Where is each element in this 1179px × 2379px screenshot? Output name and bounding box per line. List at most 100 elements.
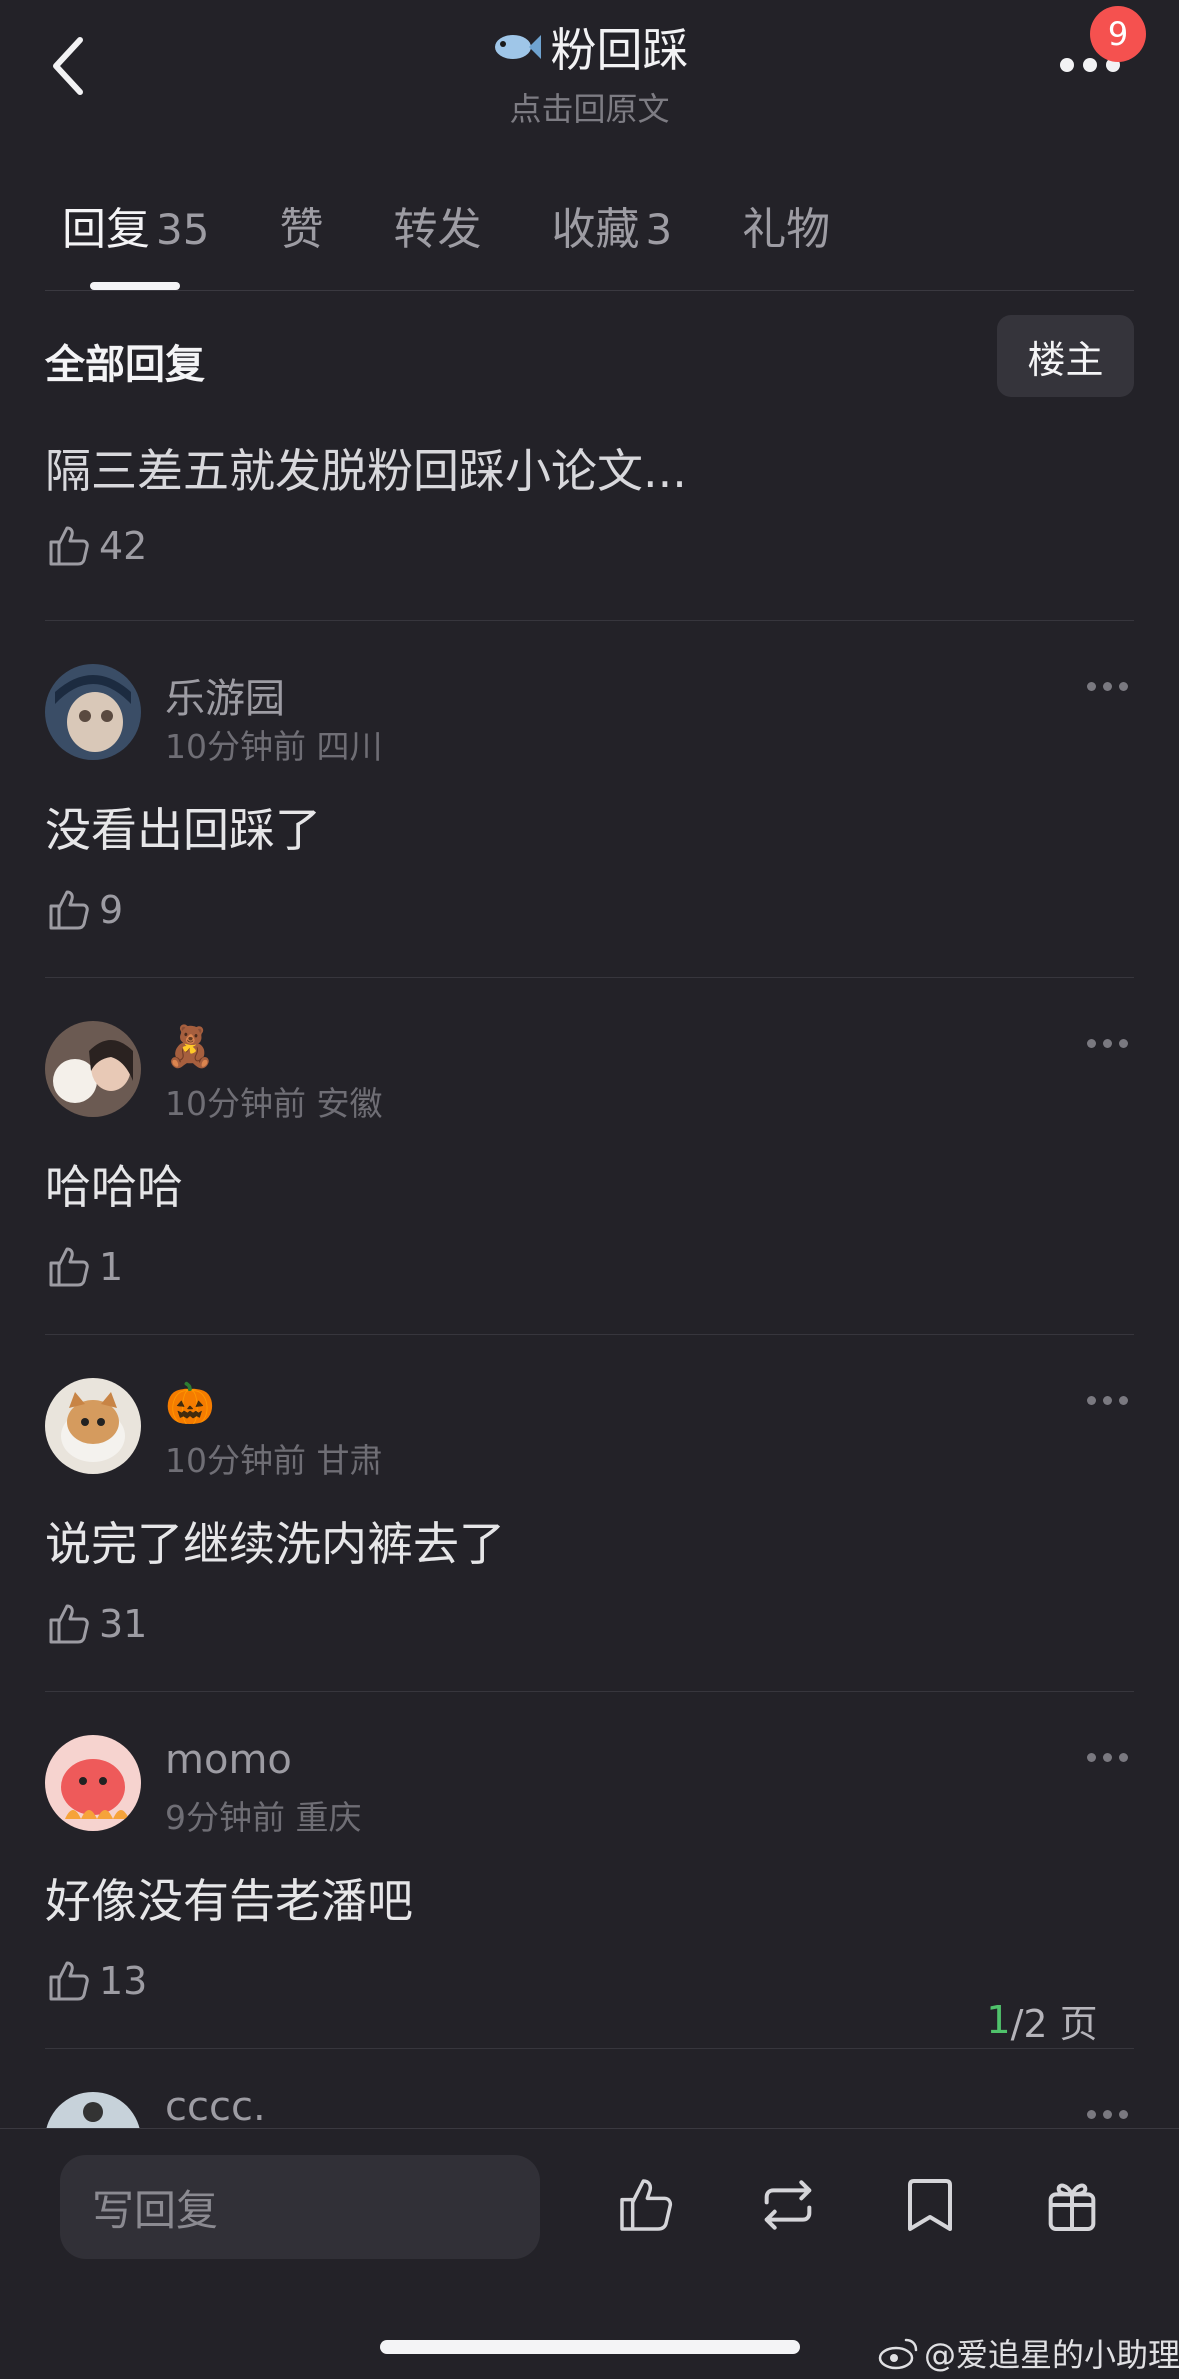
comment-more-button[interactable] [1087,682,1128,691]
tab-label: 回复 [62,204,150,255]
avatar-image [45,1021,141,1117]
tab-reposts[interactable]: 转发 [393,193,481,257]
owner-only-button[interactable]: 楼主 [997,315,1134,397]
tab-gifts[interactable]: 礼物 [742,193,830,257]
like-button[interactable] [610,2169,682,2241]
comment-text: 好像没有告老潘吧 [45,1874,413,1928]
tab-likes[interactable]: 赞 [279,193,323,257]
avatar-image [45,664,141,760]
title-area[interactable]: 粉回踩 点击回原文 [0,14,1179,130]
avatar[interactable] [45,2092,141,2128]
more-dot [1119,682,1128,691]
username[interactable]: 🎃 [165,1380,215,1427]
more-dot [1103,1396,1112,1405]
bookmark-button[interactable] [894,2169,966,2241]
post-like-button[interactable]: 42 [45,522,147,570]
divider [45,620,1134,621]
username[interactable]: cccc. [165,2092,266,2128]
more-dot [1103,1039,1112,1048]
gift-icon [1048,2183,1096,2231]
page-indicator[interactable]: 1/2 页 [962,1990,1122,2050]
comment-time: 9分钟前 [165,1798,285,1837]
comment-text: 哈哈哈 [45,1160,183,1214]
username[interactable]: momo [165,1737,292,1783]
divider [45,290,1134,291]
more-dot [1103,1753,1112,1762]
fish-icon [494,35,541,59]
tab-label: 收藏 [551,204,640,255]
more-dot [1087,1753,1096,1762]
tab-replies[interactable]: 回复 35 [62,193,209,257]
like-count: 13 [99,1959,148,2003]
divider [45,1691,1134,1692]
thumbs-up-icon [49,1604,89,1644]
comment-more-button[interactable] [1087,1039,1128,1048]
tab-count: 3 [645,205,673,254]
comment-like-button[interactable]: 13 [45,1957,147,2005]
view-original-link[interactable]: 点击回原文 [0,84,1179,130]
comment-meta: 10分钟前 甘肃 [165,1434,383,1482]
thumbs-up-icon [49,890,89,930]
tab-label: 礼物 [742,204,831,255]
divider [45,1334,1134,1335]
tab-favorites[interactable]: 收藏 3 [551,193,672,257]
avatar[interactable] [45,1378,141,1474]
comment-location: 四川 [316,727,383,766]
more-dot [1087,1039,1096,1048]
comment-text: 说完了继续洗内裤去了 [45,1517,505,1571]
more-dot [1119,1396,1128,1405]
more-dot [1103,682,1112,691]
tab-bar: 回复 35 赞 转发 收藏 3 礼物 [62,190,900,260]
like-icon [620,2179,673,2231]
more-dot [1087,1396,1096,1405]
username[interactable]: 🧸 [165,1023,215,1070]
comment-meta: 10分钟前 安徽 [165,1077,383,1125]
weibo-logo-icon [878,2338,918,2370]
current-page: 1 [986,1998,1011,2042]
header: 粉回踩 点击回原文 9 [0,0,1179,150]
comment-more-button[interactable] [1087,2110,1128,2119]
post-text: 隔三差五就发脱粉回踩小论文... [45,444,687,498]
more-dot [1119,1039,1128,1048]
more-dot [1060,58,1074,72]
like-count: 1 [99,1245,124,1289]
comment-item: 🎃 10分钟前 甘肃 说完了继续洗内裤去了 31 [0,1378,1179,1735]
page-title: 粉回踩 [550,23,689,77]
more-dot [1083,58,1097,72]
tab-label: 转发 [393,204,482,255]
username[interactable]: 乐游园 [165,666,285,724]
tab-label: 赞 [279,204,324,255]
comment-like-button[interactable]: 9 [45,886,123,934]
total-pages: /2 页 [1010,2001,1098,2046]
avatar[interactable] [45,1735,141,1831]
comment-more-button[interactable] [1087,1396,1128,1405]
more-dot [1103,2110,1112,2119]
avatar-image [45,2092,141,2128]
comment-item: 乐游园 10分钟前 四川 没看出回踩了 9 [0,664,1179,1021]
like-count: 42 [99,524,148,568]
avatar[interactable] [45,664,141,760]
thumbs-up-icon [49,1961,89,2001]
comment-time: 10分钟前 [165,1084,306,1123]
watermark: @爱追星的小助理 [878,2330,1179,2376]
comment-time: 10分钟前 [165,727,306,766]
repost-icon [764,2180,812,2230]
like-count: 31 [99,1602,148,1646]
thumbs-up-icon [49,1247,89,1287]
avatar-image [45,1735,141,1831]
more-dot [1119,2110,1128,2119]
comment-like-button[interactable]: 1 [45,1243,123,1291]
watermark-text: @爱追星的小助理 [924,2336,1179,2374]
thumbs-up-icon [49,526,89,566]
gift-button[interactable] [1036,2169,1108,2241]
comment-more-button[interactable] [1087,1753,1128,1762]
avatar[interactable] [45,1021,141,1117]
home-indicator [380,2340,800,2354]
reply-input[interactable]: 写回复 [60,2155,540,2259]
repost-button[interactable] [752,2169,824,2241]
comment-location: 安徽 [316,1084,383,1123]
comment-like-button[interactable]: 31 [45,1600,147,1648]
comment-location: 重庆 [295,1798,362,1837]
tab-indicator [90,282,180,290]
tab-count: 35 [156,205,210,254]
